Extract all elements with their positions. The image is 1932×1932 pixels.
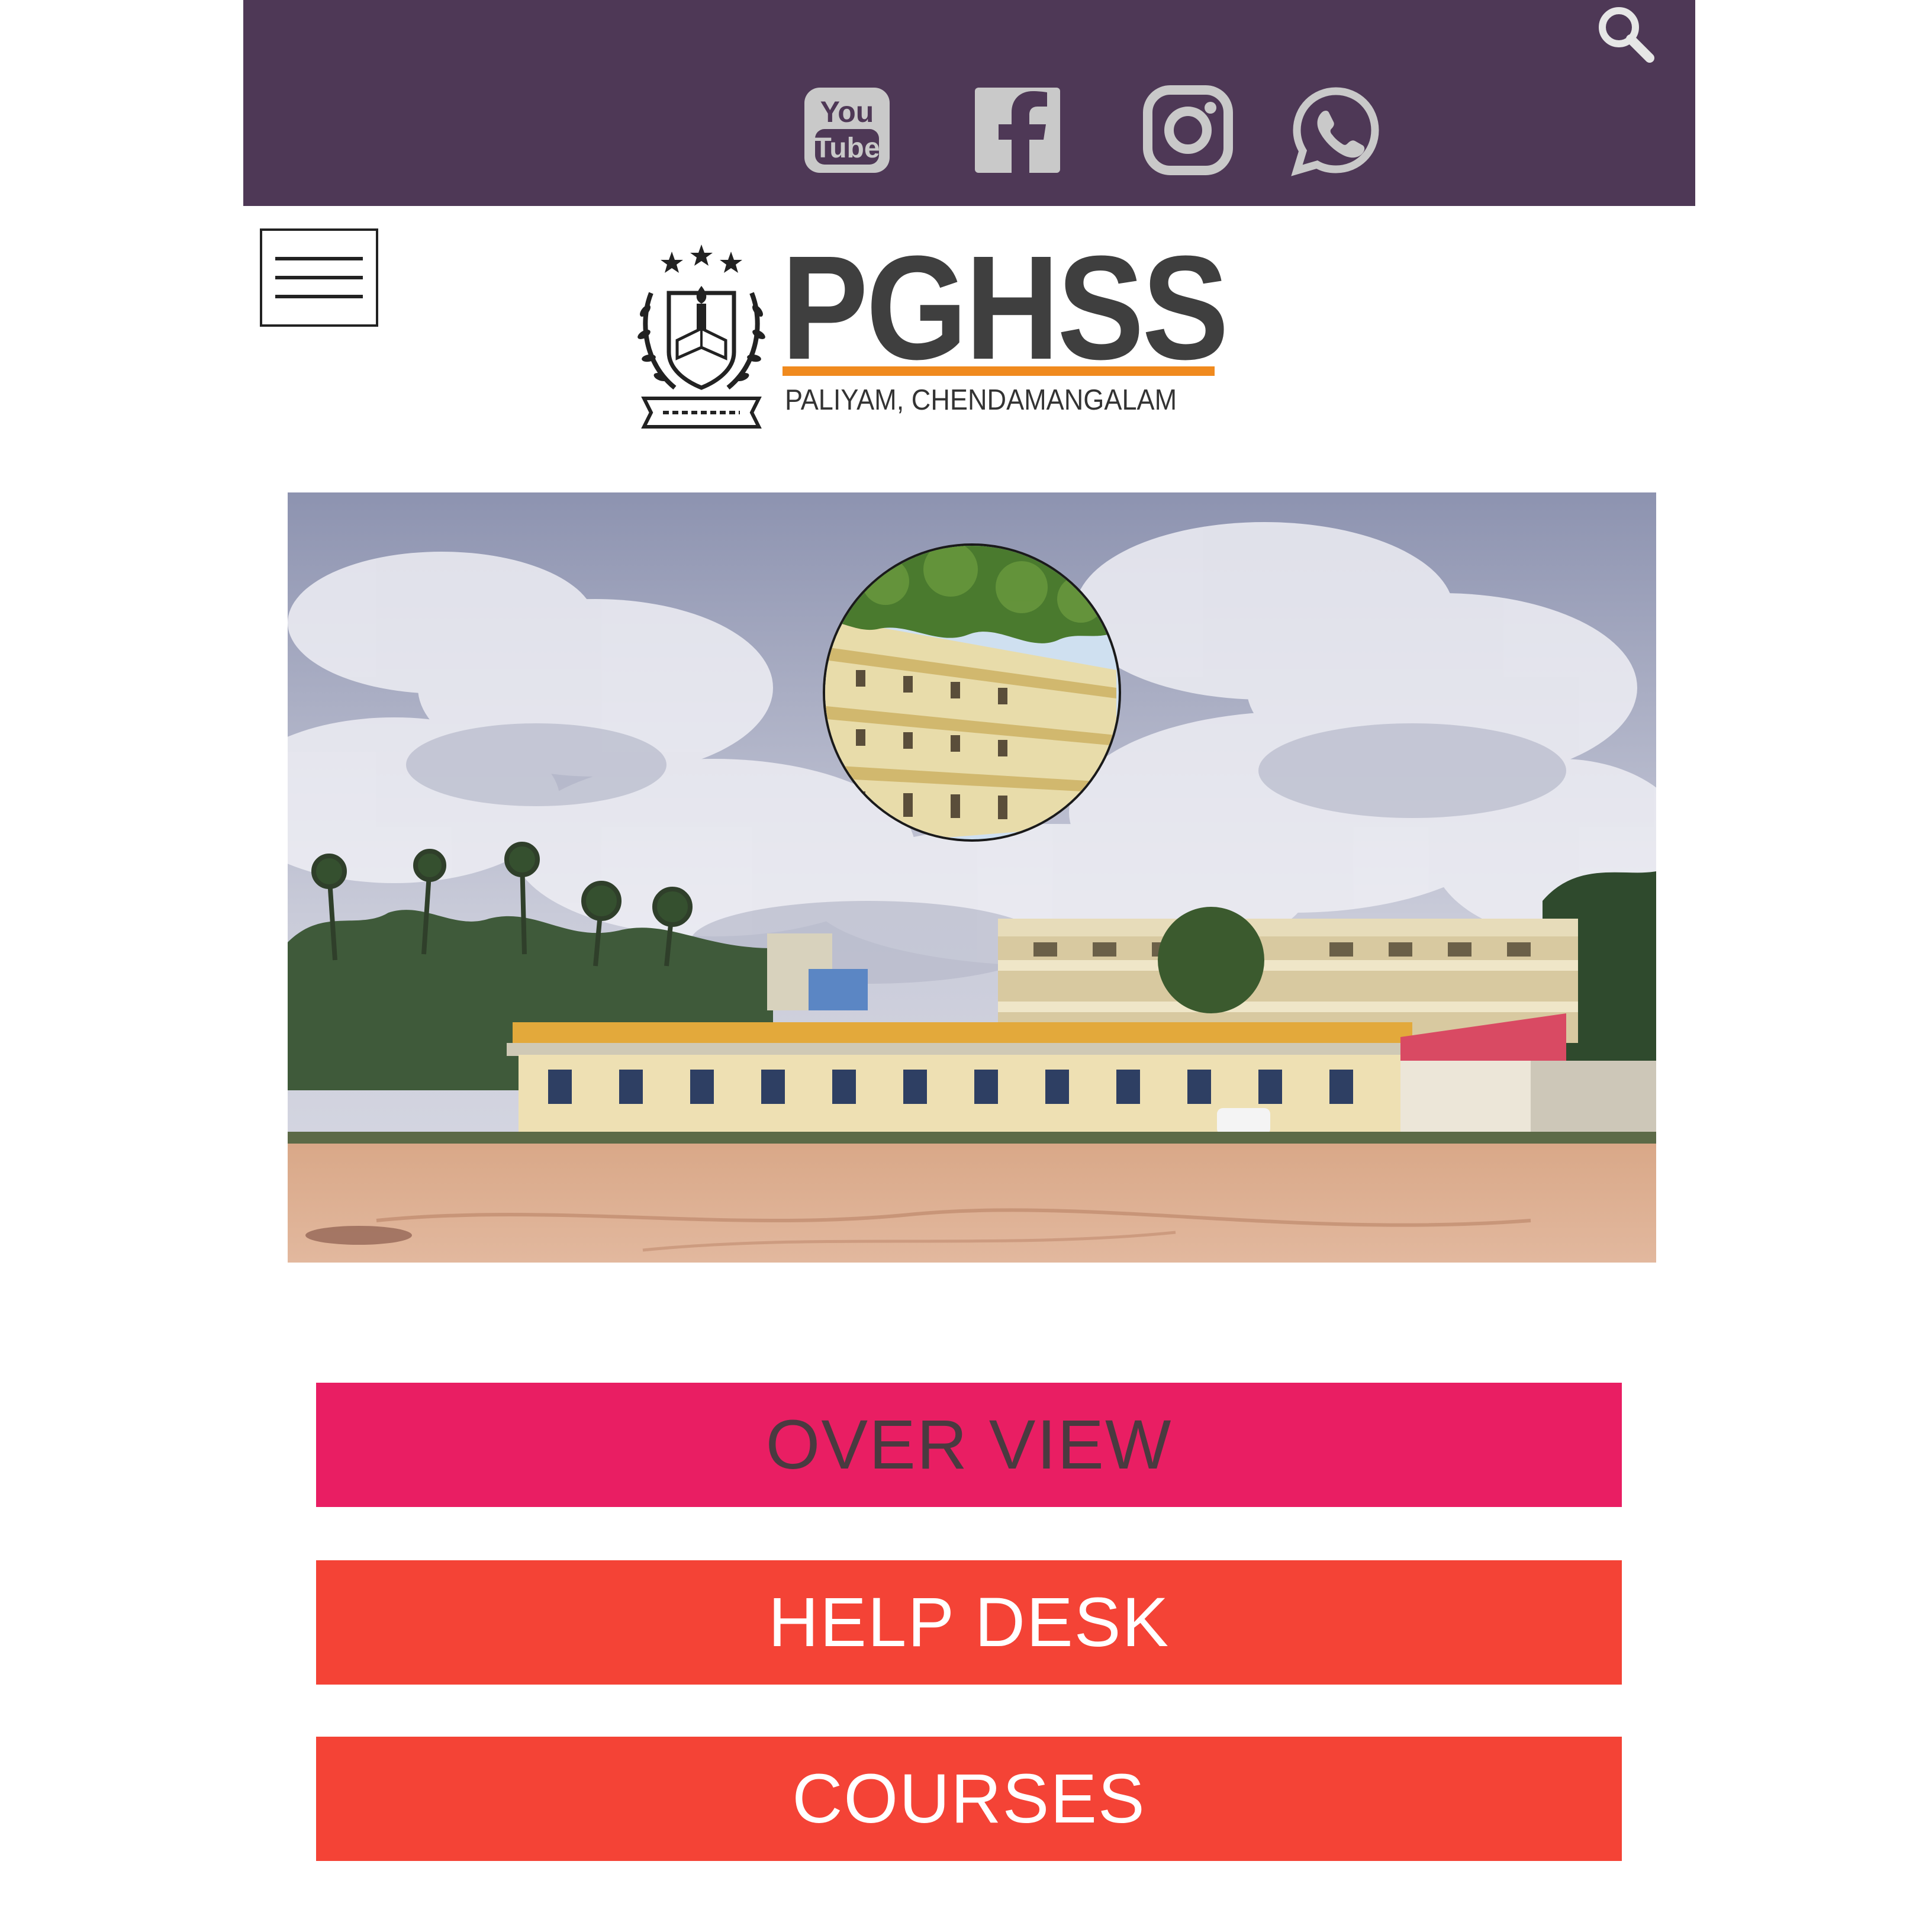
- overview-button[interactable]: OVER VIEW: [316, 1383, 1622, 1507]
- menu-line: [275, 257, 363, 260]
- facebook-icon[interactable]: [970, 83, 1065, 178]
- site-logo[interactable]: PGHSS PALIYAM, CHENDAMANGALAM: [627, 234, 1229, 429]
- school-emblem-icon: [627, 240, 775, 429]
- menu-line: [275, 295, 363, 298]
- page: You Tube PGHSS PALIYAM, CHENDAMANGALAM O…: [0, 0, 1932, 1932]
- logo-accent-rule: [783, 366, 1215, 376]
- youtube-text-top: You: [820, 95, 874, 128]
- youtube-text-bottom: Tube: [814, 133, 880, 164]
- top-bar: You Tube: [243, 0, 1695, 206]
- instagram-icon[interactable]: [1141, 83, 1235, 178]
- youtube-icon[interactable]: You Tube: [800, 83, 894, 178]
- courses-button[interactable]: COURSES: [316, 1737, 1622, 1861]
- logo-subtitle: PALIYAM, CHENDAMANGALAM: [785, 384, 1177, 416]
- logo-title: PGHSS: [781, 225, 1229, 390]
- search-icon[interactable]: [1593, 1, 1658, 66]
- hamburger-menu-icon[interactable]: [260, 228, 378, 327]
- help-desk-button[interactable]: HELP DESK: [316, 1560, 1622, 1685]
- whatsapp-icon[interactable]: [1289, 83, 1383, 178]
- school-campus-photo: [288, 492, 1656, 1263]
- menu-line: [275, 276, 363, 279]
